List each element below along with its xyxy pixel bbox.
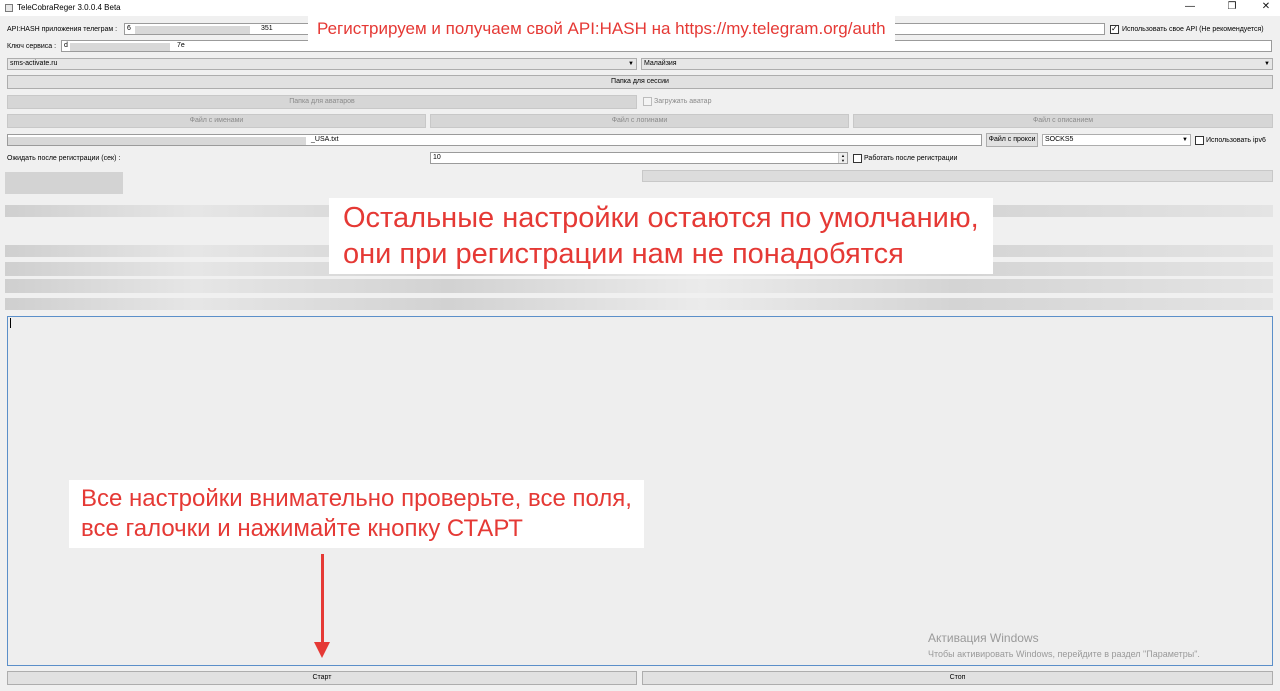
avatar-folder-button[interactable]: Папка для аватаров — [7, 95, 637, 109]
stop-button[interactable]: Стоп — [642, 671, 1273, 685]
dropdown-arrow-icon: ▼ — [1264, 61, 1270, 67]
use-own-api-label: Использовать свое API (Не рекомендуется) — [1122, 26, 1264, 33]
service-key-value-start: d — [64, 42, 68, 49]
blurred-progress — [642, 170, 1273, 182]
defaults-callout-line2: они при регистрации нам не понадобятся — [343, 238, 904, 270]
use-own-api-checkbox[interactable] — [1110, 24, 1119, 34]
api-hash-label: API:HASH приложения телеграм : — [7, 26, 118, 33]
session-folder-button[interactable]: Папка для сессии — [7, 75, 1273, 89]
close-icon[interactable]: ✕ — [1252, 0, 1280, 16]
arrow-head-icon — [314, 642, 330, 658]
upload-avatar-checkbox[interactable] — [643, 97, 652, 106]
start-button[interactable]: Старт — [7, 671, 637, 685]
arrow-down-icon — [321, 554, 324, 646]
blurred-settings — [5, 279, 1273, 293]
check-settings-callout-line1: Все настройки внимательно проверьте, все… — [81, 485, 632, 512]
service-provider-value: sms-activate.ru — [10, 60, 58, 67]
service-key-value-end: 7e — [177, 42, 185, 49]
restore-icon[interactable]: ❐ — [1218, 0, 1246, 16]
names-file-button[interactable]: Файл с именами — [7, 114, 426, 128]
check-settings-callout-line2: все галочки и нажимайте кнопку СТАРТ — [81, 515, 523, 542]
windows-activation-title: Активация Windows — [928, 631, 1039, 645]
wait-seconds-spinbox[interactable]: 10 ▲ ▼ — [430, 152, 848, 164]
service-provider-select[interactable]: sms-activate.ru ▼ — [7, 58, 637, 70]
ipv6-label: Использовать ipv6 — [1206, 137, 1266, 144]
work-after-registration-label: Работать после регистрации — [864, 155, 958, 162]
title-bar: TeleCobraReger 3.0.0.4 Beta — ❐ ✕ — [0, 0, 1280, 16]
proxy-file-button[interactable]: Файл с прокси — [986, 133, 1038, 147]
descriptions-file-button[interactable]: Файл с описанием — [853, 114, 1273, 128]
proxy-type-select[interactable]: SOCKS5 ▼ — [1042, 134, 1191, 146]
dropdown-arrow-icon: ▼ — [1182, 137, 1188, 143]
redacted-region — [8, 137, 306, 145]
api-hash-value-end: 351 — [261, 25, 273, 32]
proxy-file-path-tail: _USA.txt — [311, 136, 339, 143]
minimize-icon[interactable]: — — [1176, 0, 1204, 16]
country-value: Малайзия — [644, 60, 677, 67]
spin-arrows-icon[interactable]: ▲ ▼ — [838, 153, 847, 163]
api-hash-hint-callout: Регистрируем и получаем свой API:HASH на… — [308, 16, 895, 42]
blurred-settings — [5, 172, 123, 194]
work-after-registration-checkbox[interactable] — [853, 154, 862, 163]
upload-avatar-label: Загружать аватар — [654, 98, 712, 105]
check-settings-callout: Все настройки внимательно проверьте, все… — [69, 480, 644, 548]
redacted-region — [135, 26, 250, 34]
ipv6-checkbox[interactable] — [1195, 136, 1204, 145]
wait-after-registration-label: Ожидать после регистрации (сек) : — [7, 155, 121, 162]
api-hash-value-start: 6 — [127, 25, 131, 32]
redacted-region — [70, 43, 170, 51]
window-title: TeleCobraReger 3.0.0.4 Beta — [17, 3, 121, 12]
wait-seconds-value: 10 — [433, 154, 441, 161]
defaults-callout: Остальные настройки остаются по умолчани… — [329, 198, 993, 274]
defaults-callout-line1: Остальные настройки остаются по умолчани… — [343, 202, 979, 234]
logins-file-button[interactable]: Файл с логинами — [430, 114, 849, 128]
text-caret — [10, 318, 11, 328]
dropdown-arrow-icon: ▼ — [628, 61, 634, 67]
proxy-type-value: SOCKS5 — [1045, 136, 1074, 143]
windows-activation-subtitle: Чтобы активировать Windows, перейдите в … — [928, 649, 1200, 659]
service-key-label: Ключ сервиса : — [7, 43, 57, 50]
proxy-file-path-input[interactable]: _USA.txt — [7, 134, 982, 146]
blurred-settings — [5, 298, 1273, 310]
country-select[interactable]: Малайзия ▼ — [641, 58, 1273, 70]
app-icon — [5, 4, 13, 12]
